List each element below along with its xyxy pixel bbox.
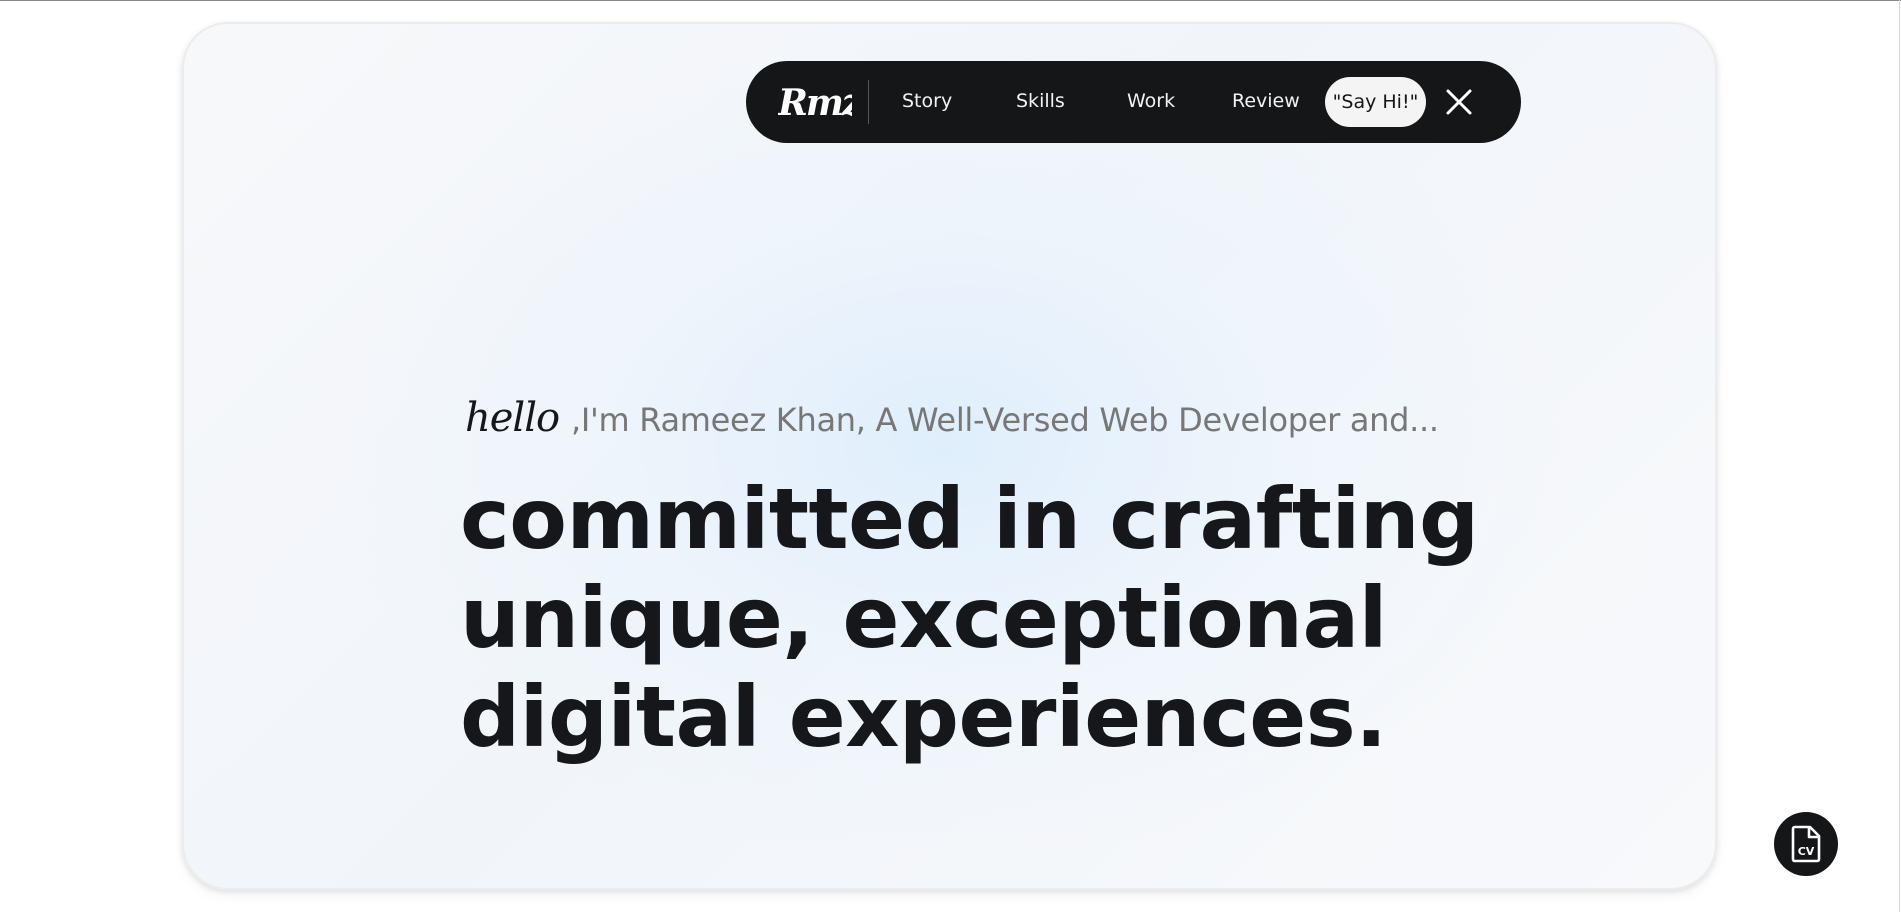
svg-text:hello: hello [465, 395, 559, 440]
close-icon[interactable] [1440, 83, 1478, 121]
svg-text:CV: CV [1798, 845, 1815, 858]
headline-line-2: unique, exceptional [460, 569, 1387, 667]
nav-item-review[interactable]: Review [1232, 89, 1300, 113]
cv-download-button[interactable]: CV [1774, 812, 1838, 876]
main-navbar: Rmz Story Skills Work Review "Say Hi!" [746, 61, 1521, 143]
say-hi-button[interactable]: "Say Hi!" [1325, 77, 1426, 127]
headline-line-1: committed in crafting [460, 470, 1479, 568]
hero-headline: committed in crafting unique, exceptiona… [460, 470, 1479, 767]
logo-divider [868, 80, 869, 124]
scrollbar-track[interactable] [1899, 0, 1900, 912]
hello-script: hello [465, 395, 560, 440]
nav-item-skills[interactable]: Skills [1016, 89, 1065, 113]
window-top-border [0, 0, 1901, 1]
svg-text:Rmz: Rmz [778, 82, 852, 124]
hero-card: Rmz Story Skills Work Review "Say Hi!" h… [182, 22, 1717, 890]
nav-item-work[interactable]: Work [1127, 89, 1175, 113]
intro-text: ,I'm Rameez Khan, A Well-Versed Web Deve… [571, 401, 1439, 439]
nav-item-story[interactable]: Story [902, 89, 952, 113]
hero-intro: hello ,I'm Rameez Khan, A Well-Versed We… [463, 390, 1439, 440]
logo[interactable]: Rmz [778, 77, 852, 125]
cv-document-icon: CV [1791, 825, 1821, 863]
headline-line-3: digital experiences. [460, 668, 1387, 766]
